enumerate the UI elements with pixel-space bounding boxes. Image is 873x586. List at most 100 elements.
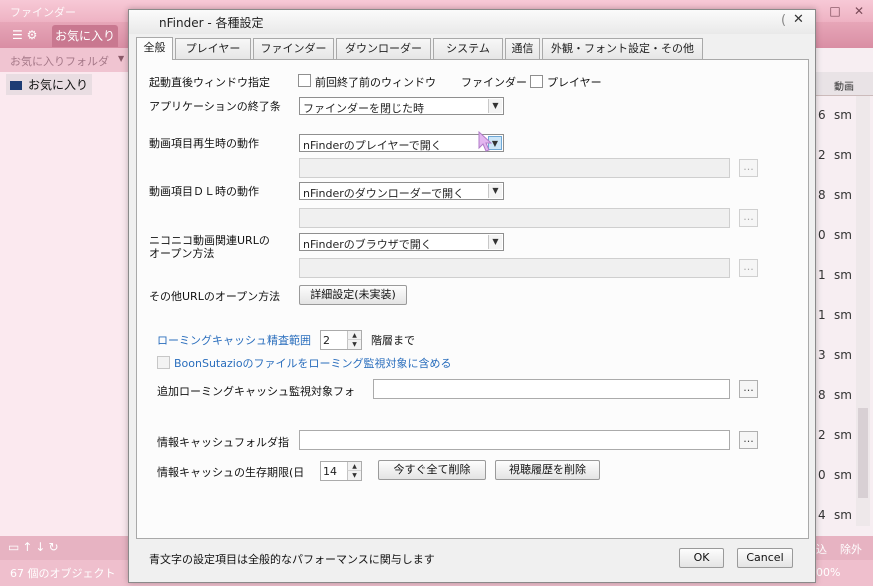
tab-player[interactable]: プレイヤー (175, 38, 251, 59)
niconico-url-label-2: オープン方法 (149, 247, 215, 260)
tab-system[interactable]: システム (433, 38, 503, 59)
tab-downloader[interactable]: ダウンローダー (336, 38, 431, 59)
list-item-id: sm (834, 148, 852, 162)
info-cache-expiry-label: 情報キャッシュの生存期限(日 (157, 466, 305, 479)
extra-roaming-label: 追加ローミングキャッシュ監視対象フォ (157, 385, 355, 398)
delete-history-button[interactable]: 視聴履歴を削除 (495, 460, 600, 480)
startup-finder-label: ファインダー (461, 76, 527, 89)
tab-finder[interactable]: ファインダー (253, 38, 334, 59)
spin-down-icon[interactable]: ▼ (347, 471, 361, 480)
list-item-id: sm (834, 308, 852, 322)
roaming-range-value: 2 (323, 334, 330, 347)
general-settings-panel: 起動直後ウィンドウ指定 前回終了前のウィンドウ ファインダー プレイヤー アプリ… (136, 59, 809, 539)
extra-roaming-input[interactable] (373, 379, 730, 399)
maximize-icon[interactable]: □ (825, 3, 845, 19)
video-dl-label: 動画項目ＤＬ時の動作 (149, 185, 259, 198)
list-item[interactable]: 2 sm (816, 148, 856, 168)
main-list-area: 動画 6sm2sm8sm0sm1sm1sm3sm8sm2sm0sm4sm9sm … (816, 48, 873, 562)
favorite-folder-label: お気に入りフォルダ (10, 55, 109, 68)
list-item-number: 1 (818, 268, 826, 282)
other-url-settings-button[interactable]: 詳細設定(未実装) (299, 285, 407, 305)
app-exit-select[interactable]: ファインダーを閉じた時 ▼ (299, 97, 504, 115)
dialog-close-icon[interactable]: ✕ (793, 12, 804, 27)
ok-button[interactable]: OK (679, 548, 724, 568)
info-cache-expiry-value: 14 (323, 465, 337, 478)
spin-down-icon[interactable]: ▼ (347, 340, 361, 349)
spin-up-icon[interactable]: ▲ (347, 331, 361, 340)
video-play-path-input[interactable] (299, 158, 730, 178)
list-item-id: sm (834, 348, 852, 362)
scrollbar-thumb[interactable] (858, 408, 868, 498)
list-item-id: sm (834, 268, 852, 282)
app-exit-value: ファインダーを閉じた時 (303, 102, 424, 115)
footer-note: 青文字の設定項目は全般的なパフォーマンスに関与します (149, 553, 435, 566)
video-dl-browse-button[interactable]: ... (739, 209, 758, 227)
list-bottom-bar: 込 除外 (816, 536, 873, 560)
delete-now-button[interactable]: 今すぐ全て削除 (378, 460, 486, 480)
info-cache-folder-input[interactable] (299, 430, 730, 450)
list-item[interactable]: 1 sm (816, 268, 856, 288)
list-item[interactable]: 4 sm (816, 508, 856, 528)
list-bottom-a[interactable]: 込 (816, 541, 827, 557)
extra-roaming-browse-button[interactable]: ... (739, 380, 758, 398)
favorite-folder-dropdown[interactable]: お気に入りフォルダ ▼ (0, 48, 130, 72)
list-item[interactable]: 1 sm (816, 308, 856, 328)
chevron-down-icon: ▼ (118, 54, 125, 63)
startup-last-checkbox[interactable] (298, 74, 311, 87)
list-item-number: 1 (818, 308, 826, 322)
list-item[interactable]: 8 sm (816, 388, 856, 408)
spin-up-icon[interactable]: ▲ (347, 462, 361, 471)
info-cache-folder-label: 情報キャッシュフォルダ指 (157, 436, 289, 449)
list-item[interactable]: 0 sm (816, 228, 856, 248)
close-icon[interactable]: ✕ (849, 3, 869, 19)
list-item-number: 0 (818, 468, 826, 482)
list-item[interactable]: 6 sm (816, 108, 856, 128)
startup-window-label: 起動直後ウィンドウ指定 (149, 76, 270, 89)
favorites-tab[interactable]: お気に入り (52, 25, 118, 47)
dialog-title-bar: nFinder - 各種設定 ( ✕ (129, 10, 815, 34)
sidebar-action-icons[interactable]: ▭↑↓↻ (8, 540, 62, 554)
niconico-url-browse-button[interactable]: ... (739, 259, 758, 277)
exclude-button[interactable]: 除外 (840, 541, 862, 557)
list-header-label: 動画 (834, 82, 854, 93)
video-dl-path-input[interactable] (299, 208, 730, 228)
video-dl-select[interactable]: nFinderのダウンローダーで開く ▼ (299, 182, 504, 200)
list-item-id: sm (834, 508, 852, 522)
list-item-id: sm (834, 108, 852, 122)
list-item[interactable]: 8 sm (816, 188, 856, 208)
main-sidebar: お気に入り (0, 72, 130, 536)
info-cache-expiry-stepper[interactable]: 14 ▲ ▼ (320, 461, 362, 481)
list-item-number: 2 (818, 148, 826, 162)
list-item[interactable]: 2 sm (816, 428, 856, 448)
app-exit-label: アプリケーションの終了条 (149, 100, 281, 113)
niconico-url-value: nFinderのブラウザで開く (303, 238, 432, 251)
niconico-url-select[interactable]: nFinderのブラウザで開く ▼ (299, 233, 504, 251)
zoom-level: 00% (816, 566, 841, 579)
video-play-browse-button[interactable]: ... (739, 159, 758, 177)
boonsutazio-checkbox[interactable] (157, 356, 170, 369)
resize-grip-icon: ( (781, 13, 787, 28)
list-item[interactable]: 3 sm (816, 348, 856, 368)
list-header[interactable]: 動画 (816, 72, 873, 96)
roaming-range-stepper[interactable]: 2 ▲ ▼ (320, 330, 362, 350)
list-item-id: sm (834, 468, 852, 482)
tab-appearance[interactable]: 外観・フォント設定・その他 (542, 38, 703, 59)
list-item-number: 8 (818, 188, 826, 202)
chevron-down-icon: ▼ (488, 235, 502, 249)
video-play-label: 動画項目再生時の動作 (149, 137, 259, 150)
tab-general[interactable]: 全般 (136, 37, 173, 60)
niconico-url-path-input[interactable] (299, 258, 730, 278)
sidebar-item-favorites[interactable]: お気に入り (6, 74, 93, 95)
tab-network[interactable]: 通信 (505, 38, 540, 59)
startup-player-checkbox[interactable] (530, 75, 543, 88)
info-cache-folder-browse-button[interactable]: ... (739, 431, 758, 449)
list-item-number: 8 (818, 388, 826, 402)
list-item[interactable]: 0 sm (816, 468, 856, 488)
video-play-select[interactable]: nFinderのプレイヤーで開く ▼ (299, 134, 504, 152)
list-item-number: 2 (818, 428, 826, 442)
toolbar-gear-icon[interactable]: ☰ ⚙ (12, 28, 37, 42)
sidebar-bottom-toolbar: ▭↑↓↻ (0, 536, 130, 560)
cancel-button[interactable]: Cancel (737, 548, 793, 568)
roaming-range-label: ローミングキャッシュ精査範囲 (157, 334, 311, 347)
mouse-cursor-icon (478, 131, 492, 152)
